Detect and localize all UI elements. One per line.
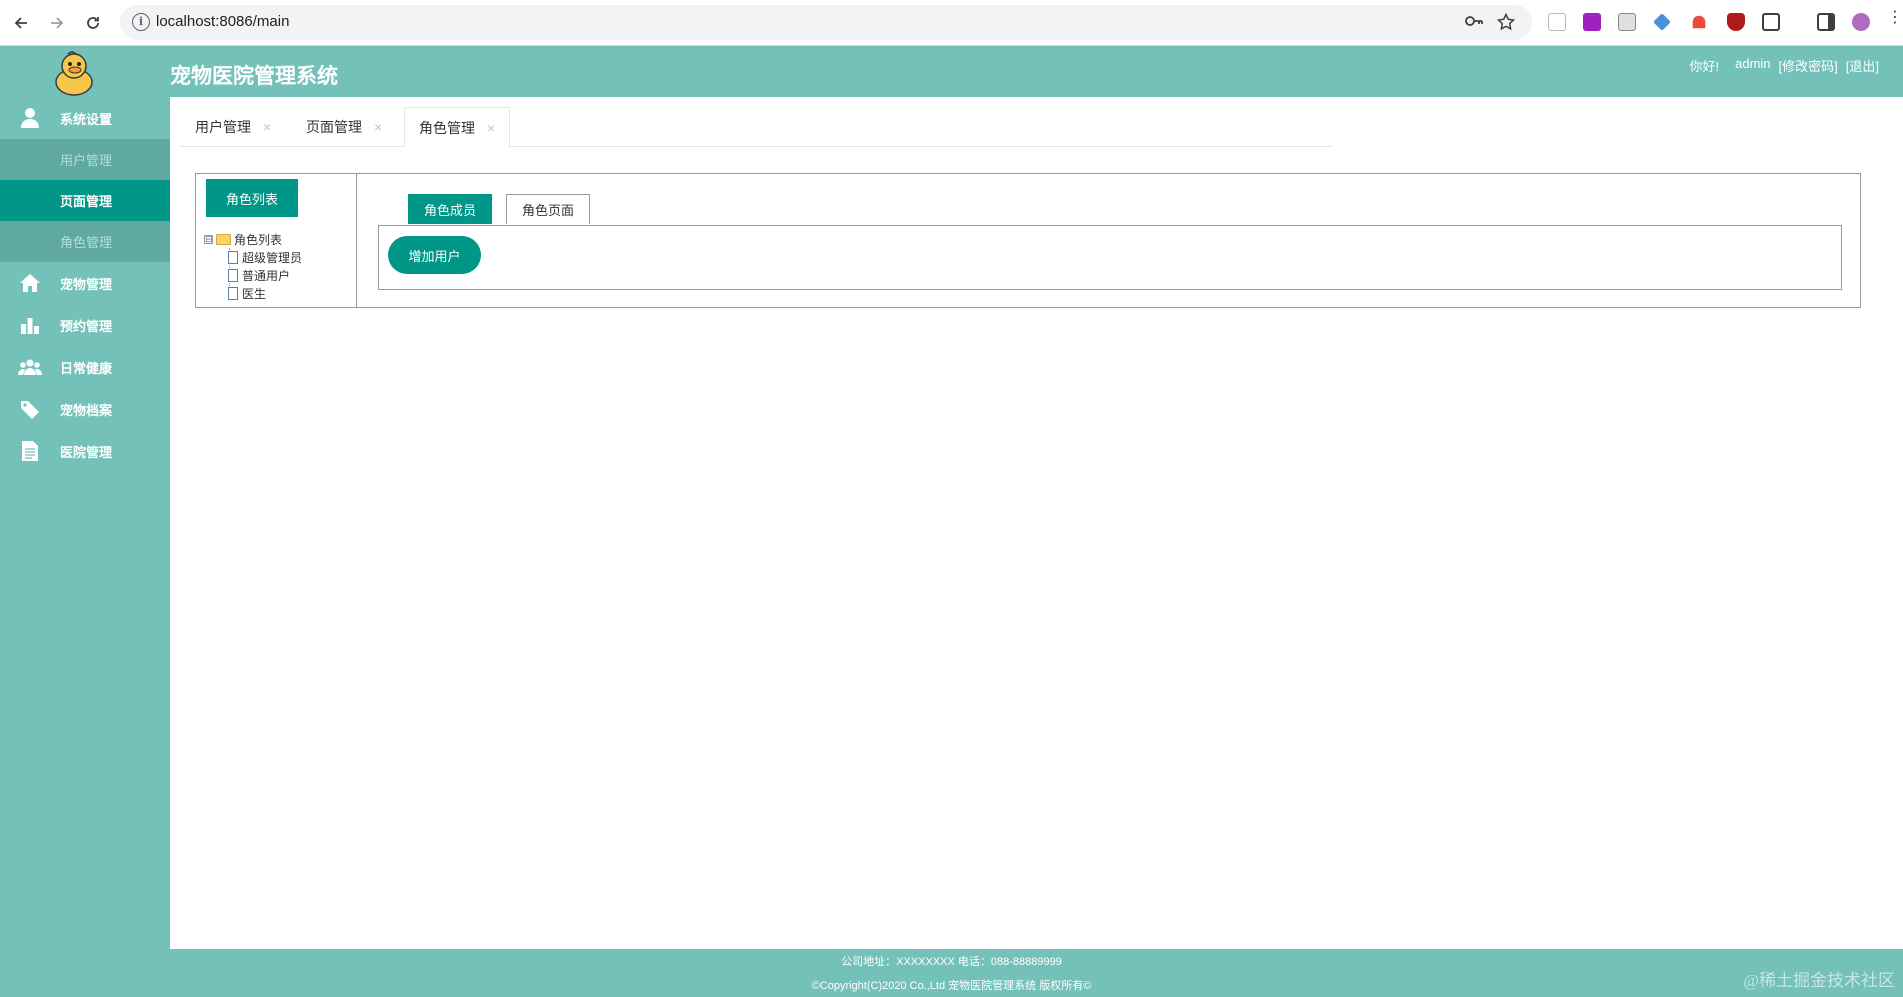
url-text[interactable]: localhost:8086/main bbox=[156, 13, 289, 30]
document-icon bbox=[18, 440, 42, 462]
sidebar-subitem-page-management[interactable]: 页面管理 bbox=[0, 180, 170, 221]
page-tab-bar: 用户管理 × 页面管理 × 角色管理 × bbox=[180, 107, 1333, 148]
sidebar-item-label: 宠物档案 bbox=[60, 402, 113, 418]
sidebar-subitem-role-management[interactable]: 角色管理 bbox=[0, 221, 170, 262]
extensions-puzzle-icon[interactable] bbox=[1762, 13, 1780, 31]
close-icon[interactable]: × bbox=[487, 120, 495, 136]
back-button[interactable] bbox=[6, 8, 36, 38]
sidebar-item-daily-health[interactable]: 日常健康 bbox=[0, 346, 170, 388]
sidebar-subitem-user-management[interactable]: 用户管理 bbox=[0, 139, 170, 180]
logout-link[interactable]: [退出] bbox=[1846, 56, 1879, 75]
close-icon[interactable]: × bbox=[374, 119, 382, 135]
subtab-role-pages[interactable]: 角色页面 bbox=[506, 194, 590, 224]
reload-button[interactable] bbox=[78, 8, 108, 38]
tree-node-normal-user[interactable]: 普通用户 bbox=[204, 266, 302, 284]
sidebar-item-label: 系统设置 bbox=[60, 111, 113, 127]
footer-copyright: ©Copyright(C)2020 Co.,Ltd 宠物医院管理系统 版权所有© bbox=[811, 980, 1092, 992]
tab-role-management[interactable]: 角色管理 × bbox=[404, 107, 511, 148]
sidebar-item-appointment-management[interactable]: 预约管理 bbox=[0, 304, 170, 346]
sidebar-item-label: 日常健康 bbox=[60, 360, 113, 376]
browser-menu-icon[interactable]: ⋮ bbox=[1887, 9, 1903, 28]
site-info-icon[interactable]: i bbox=[132, 13, 150, 31]
extension-shield-icon[interactable] bbox=[1727, 13, 1745, 31]
footer: 公司地址：XXXXXXXX 电话：088-88889999 ©Copyright… bbox=[0, 949, 1903, 997]
tag-icon bbox=[18, 398, 42, 420]
forward-button[interactable] bbox=[42, 8, 72, 38]
sidebar-subitem-label: 角色管理 bbox=[60, 235, 113, 250]
duck-logo-icon bbox=[52, 50, 98, 98]
browser-toolbar: i localhost:8086/main ⋮ bbox=[0, 0, 1903, 46]
key-icon[interactable] bbox=[1464, 13, 1484, 33]
collapse-toggle-icon[interactable]: ⊟ bbox=[204, 234, 213, 244]
address-bar[interactable]: i localhost:8086/main bbox=[120, 5, 1532, 40]
tree-root[interactable]: ⊟ 角色列表 bbox=[204, 230, 302, 248]
extension-purple-icon[interactable] bbox=[1583, 13, 1601, 31]
sidebar-item-label: 医院管理 bbox=[60, 444, 113, 460]
tree-node-label: 医生 bbox=[242, 286, 267, 301]
bookmark-star-icon[interactable] bbox=[1496, 12, 1516, 35]
sidebar-item-system-settings[interactable]: 系统设置 bbox=[0, 97, 170, 139]
close-icon[interactable]: × bbox=[263, 119, 271, 135]
extension-cursor-icon[interactable] bbox=[1548, 13, 1566, 31]
sidebar-item-pet-management[interactable]: 宠物管理 bbox=[0, 262, 170, 304]
sidebar-item-label: 预约管理 bbox=[60, 318, 113, 334]
arrow-right-icon bbox=[51, 17, 64, 29]
change-password-link[interactable]: [修改密码] bbox=[1779, 56, 1838, 75]
tree-node-label: 超级管理员 bbox=[242, 250, 303, 265]
sidebar-subitem-label: 用户管理 bbox=[60, 153, 113, 168]
role-panel: 角色列表 ⊟ 角色列表 超级管理员 普通用户 医生 角色成员 角色页面 增加用户 bbox=[195, 173, 1861, 308]
file-icon bbox=[228, 250, 238, 264]
home-icon bbox=[18, 272, 42, 294]
sidebar-subitem-label: 页面管理 bbox=[60, 194, 113, 209]
tree-root-label: 角色列表 bbox=[234, 232, 283, 247]
watermark: @稀土掘金技术社区 bbox=[1743, 971, 1895, 990]
folder-icon bbox=[216, 233, 231, 245]
tab-page-management[interactable]: 页面管理 × bbox=[306, 107, 382, 147]
tree-node-doctor[interactable]: 医生 bbox=[204, 284, 302, 302]
extension-store-icon[interactable] bbox=[1618, 13, 1636, 31]
file-icon bbox=[228, 268, 238, 282]
sidebar: 系统设置 用户管理 页面管理 角色管理 宠物管理 预约管理 日常健康 宠物档案 bbox=[0, 97, 170, 949]
extension-red-icon[interactable] bbox=[1692, 15, 1706, 29]
bar-chart-icon bbox=[18, 314, 42, 336]
user-bar: 你好! admin [修改密码] [退出] bbox=[1689, 56, 1879, 75]
greeting-text: 你好! bbox=[1689, 59, 1720, 74]
sidebar-item-pet-records[interactable]: 宠物档案 bbox=[0, 388, 170, 430]
username-text: admin bbox=[1735, 56, 1771, 71]
system-title: 宠物医院管理系统 bbox=[170, 65, 338, 88]
tree-node-label: 普通用户 bbox=[242, 268, 291, 283]
arrow-left-icon bbox=[14, 17, 27, 29]
profile-avatar-icon[interactable] bbox=[1852, 13, 1870, 31]
tab-label: 页面管理 bbox=[306, 119, 362, 135]
role-tree: ⊟ 角色列表 超级管理员 普通用户 医生 bbox=[204, 230, 302, 302]
tab-label: 角色管理 bbox=[419, 119, 475, 136]
file-icon bbox=[228, 286, 238, 300]
group-icon bbox=[18, 356, 42, 378]
footer-contact: 公司地址：XXXXXXXX 电话：088-88889999 bbox=[841, 956, 1062, 968]
role-tree-pane: 角色列表 ⊟ 角色列表 超级管理员 普通用户 医生 bbox=[196, 174, 357, 307]
sidebar-item-label: 宠物管理 bbox=[60, 276, 113, 292]
side-panel-icon[interactable] bbox=[1817, 13, 1835, 31]
reload-icon bbox=[87, 17, 99, 29]
tab-label: 用户管理 bbox=[195, 119, 251, 135]
tab-user-management[interactable]: 用户管理 × bbox=[195, 107, 271, 147]
role-members-content: 增加用户 bbox=[378, 225, 1842, 290]
user-icon bbox=[18, 107, 42, 129]
extension-layers-icon[interactable] bbox=[1653, 13, 1671, 31]
role-list-button[interactable]: 角色列表 bbox=[206, 179, 298, 217]
subtab-role-members[interactable]: 角色成员 bbox=[408, 194, 492, 224]
add-user-button[interactable]: 增加用户 bbox=[388, 236, 481, 274]
tree-node-super-admin[interactable]: 超级管理员 bbox=[204, 248, 302, 266]
sidebar-item-hospital-management[interactable]: 医院管理 bbox=[0, 430, 170, 472]
